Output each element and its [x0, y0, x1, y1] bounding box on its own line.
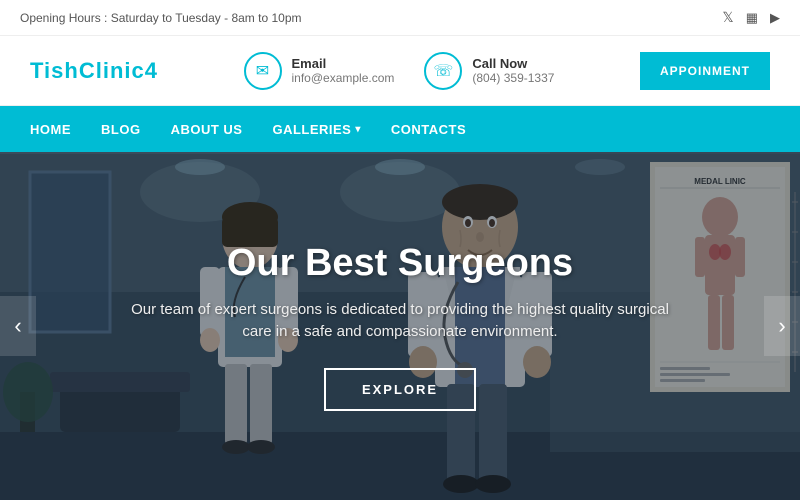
- header-contacts: ✉ Email info@example.com ☏ Call Now (804…: [244, 52, 555, 90]
- nav-galleries[interactable]: GALLERIES ▾: [272, 122, 360, 137]
- twitter-icon[interactable]: 𝕏: [722, 9, 733, 26]
- main-nav: HOME BLOG ABOUT US GALLERIES ▾ CONTACTS: [0, 106, 800, 152]
- header: TishClinic4 ✉ Email info@example.com ☏ C…: [0, 36, 800, 106]
- site-logo[interactable]: TishClinic4: [30, 58, 158, 84]
- call-label: Call Now: [472, 56, 554, 71]
- call-value: (804) 359-1337: [472, 71, 554, 85]
- next-slide-button[interactable]: ›: [764, 296, 800, 356]
- chevron-down-icon: ▾: [355, 124, 361, 135]
- hero-title: Our Best Surgeons: [227, 242, 573, 285]
- youtube-icon[interactable]: ▶: [770, 10, 780, 26]
- nav-blog[interactable]: BLOG: [101, 122, 141, 137]
- email-icon: ✉: [244, 52, 282, 90]
- appointment-button[interactable]: APPOINMENT: [640, 52, 770, 90]
- prev-slide-button[interactable]: ‹: [0, 296, 36, 356]
- email-label: Email: [292, 56, 395, 71]
- call-contact: ☏ Call Now (804) 359-1337: [424, 52, 554, 90]
- email-value: info@example.com: [292, 71, 395, 85]
- hero-section: MEDAL LINIC: [0, 152, 800, 500]
- social-icons-group:  𝕏 ▦ ▶: [710, 9, 780, 26]
- phone-icon: ☏: [424, 52, 462, 90]
- nav-about-us[interactable]: ABOUT US: [171, 122, 243, 137]
- opening-hours: Opening Hours : Saturday to Tuesday - 8a…: [20, 11, 301, 25]
- call-info: Call Now (804) 359-1337: [472, 56, 554, 85]
- top-bar: Opening Hours : Saturday to Tuesday - 8a…: [0, 0, 800, 36]
- hero-content: Our Best Surgeons Our team of expert sur…: [0, 152, 800, 500]
- hero-subtitle: Our team of expert surgeons is dedicated…: [120, 299, 680, 344]
- instagram-icon[interactable]: ▦: [746, 10, 758, 26]
- email-contact: ✉ Email info@example.com: [244, 52, 395, 90]
- email-info: Email info@example.com: [292, 56, 395, 85]
- nav-contacts[interactable]: CONTACTS: [391, 122, 466, 137]
- nav-home[interactable]: HOME: [30, 122, 71, 137]
- explore-button[interactable]: EXPLORE: [324, 368, 476, 411]
